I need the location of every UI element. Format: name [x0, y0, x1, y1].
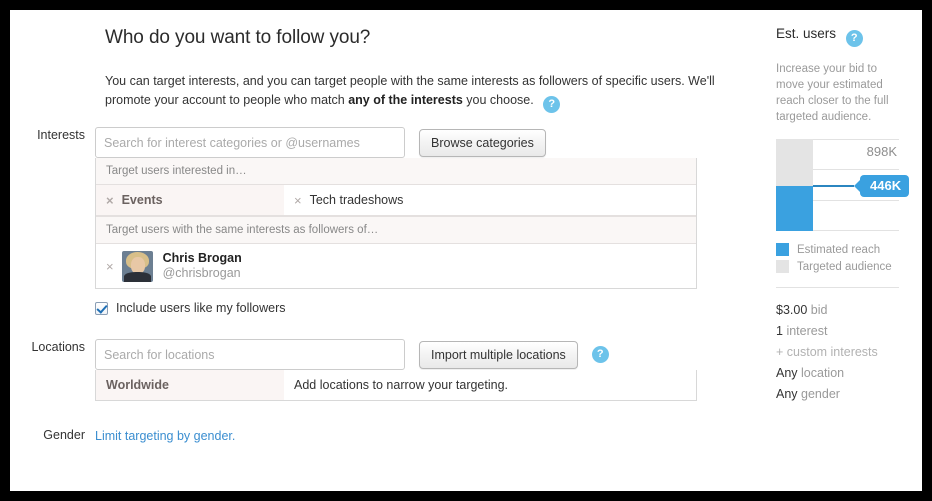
locations-row: Locations Import multiple locations ? Wo…: [10, 315, 762, 401]
locations-input-line: Import multiple locations ?: [95, 339, 762, 370]
location-hint-cell: Add locations to narrow your targeting.: [284, 370, 696, 400]
include-followers-row[interactable]: Include users like my followers: [95, 289, 762, 315]
include-followers-label: Include users like my followers: [116, 301, 286, 315]
sidebar-title-row: Est. users ?: [776, 26, 922, 47]
intro-text-after: you choose.: [462, 93, 534, 107]
estimated-users-panel: Est. users ? Increase your bid to move y…: [762, 10, 922, 405]
est-users-chart: 898K 446K: [776, 139, 910, 231]
chart-label-total: 898K: [866, 144, 897, 159]
stat-bid: $3.00 bid: [776, 300, 922, 321]
sidebar-description: Increase your bid to move your estimated…: [776, 63, 889, 123]
legend-label: Estimated reach: [797, 243, 881, 256]
import-locations-button[interactable]: Import multiple locations: [419, 340, 578, 369]
stat-location: Any location: [776, 363, 922, 384]
help-icon-locations[interactable]: ?: [591, 346, 609, 363]
gender-row: Gender Limit targeting by gender.: [10, 401, 762, 445]
chart-callout-reach: 446K: [853, 175, 910, 197]
interests-search-input[interactable]: [95, 127, 405, 158]
page-title: Who do you want to follow you?: [105, 27, 371, 48]
limit-by-gender-link[interactable]: Limit targeting by gender.: [95, 429, 235, 443]
follower-target-user[interactable]: × Chris Brogan @chrisbrogan: [96, 244, 696, 288]
close-icon[interactable]: ×: [294, 194, 302, 207]
legend-item-estimated-reach: Estimated reach: [776, 243, 922, 256]
user-name: Chris Brogan: [162, 251, 242, 265]
table-row: × Chris Brogan @chrisbrogan: [96, 244, 696, 288]
stat-bid-label: bid: [810, 303, 828, 317]
include-followers-checkbox[interactable]: [95, 301, 108, 315]
stat-interests-label: interest: [786, 324, 828, 338]
help-icon-est-users[interactable]: ?: [845, 30, 863, 47]
table-row: Worldwide Add locations to narrow your t…: [96, 370, 696, 400]
stat-location-value: Any: [776, 366, 798, 380]
window-frame: Who do you want to follow you? You can t…: [0, 0, 932, 501]
interests-input-line: Browse categories: [95, 127, 762, 158]
chart-bar-estimated-reach: [776, 186, 813, 231]
stat-custom-interests: + custom interests: [776, 345, 878, 359]
interest-chip-category-label: Events: [121, 193, 163, 207]
stat-interests-value: 1: [776, 324, 783, 338]
interests-row: Interests Browse categories Target users…: [10, 113, 762, 315]
interest-chip-subcategory-label: Tech tradeshows: [309, 193, 404, 207]
table-row: × Events × Tech tradeshows: [96, 185, 696, 216]
browse-categories-button[interactable]: Browse categories: [419, 128, 546, 157]
sidebar-divider: [776, 287, 899, 288]
user-handle: @chrisbrogan: [162, 266, 241, 280]
location-scope-cell: Worldwide: [96, 370, 284, 400]
avatar: [121, 250, 153, 282]
stat-gender-label: gender: [801, 387, 840, 401]
close-icon[interactable]: ×: [106, 260, 114, 273]
interest-chip-category[interactable]: × Events: [96, 185, 284, 215]
legend-swatch-icon: [776, 260, 789, 273]
gender-label: Gender: [43, 428, 85, 442]
interests-label: Interests: [37, 128, 85, 142]
legend-swatch-icon: [776, 243, 789, 256]
stat-gender-value: Any: [776, 387, 798, 401]
locations-search-input[interactable]: [95, 339, 405, 370]
legend-item-targeted-audience: Targeted audience: [776, 260, 922, 273]
legend-label: Targeted audience: [797, 260, 892, 273]
ads-targeting-page: Who do you want to follow you? You can t…: [10, 10, 922, 491]
caption-interested-in: Target users interested in…: [96, 158, 696, 185]
chart-reach-connector: [813, 185, 854, 187]
interest-chip-subcategory[interactable]: × Tech tradeshows: [284, 185, 696, 215]
stat-location-label: location: [801, 366, 845, 380]
help-icon-interests[interactable]: ?: [543, 96, 561, 113]
stat-bid-value: $3.00: [776, 303, 808, 317]
stat-gender: Any gender: [776, 384, 922, 405]
locations-target-table: Worldwide Add locations to narrow your t…: [95, 370, 697, 401]
locations-label: Locations: [31, 340, 85, 354]
targeting-form: Who do you want to follow you? You can t…: [10, 10, 762, 445]
intro-text: You can target interests, and you can ta…: [10, 50, 762, 113]
caption-followers-of: Target users with the same interests as …: [96, 216, 696, 244]
stat-interests: 1 interest: [776, 321, 922, 342]
sidebar-title: Est. users: [776, 26, 837, 41]
intro-text-emphasis: any of the interests: [348, 93, 463, 107]
interests-target-table: Target users interested in… × Events × T…: [95, 158, 697, 289]
close-icon[interactable]: ×: [106, 194, 114, 207]
